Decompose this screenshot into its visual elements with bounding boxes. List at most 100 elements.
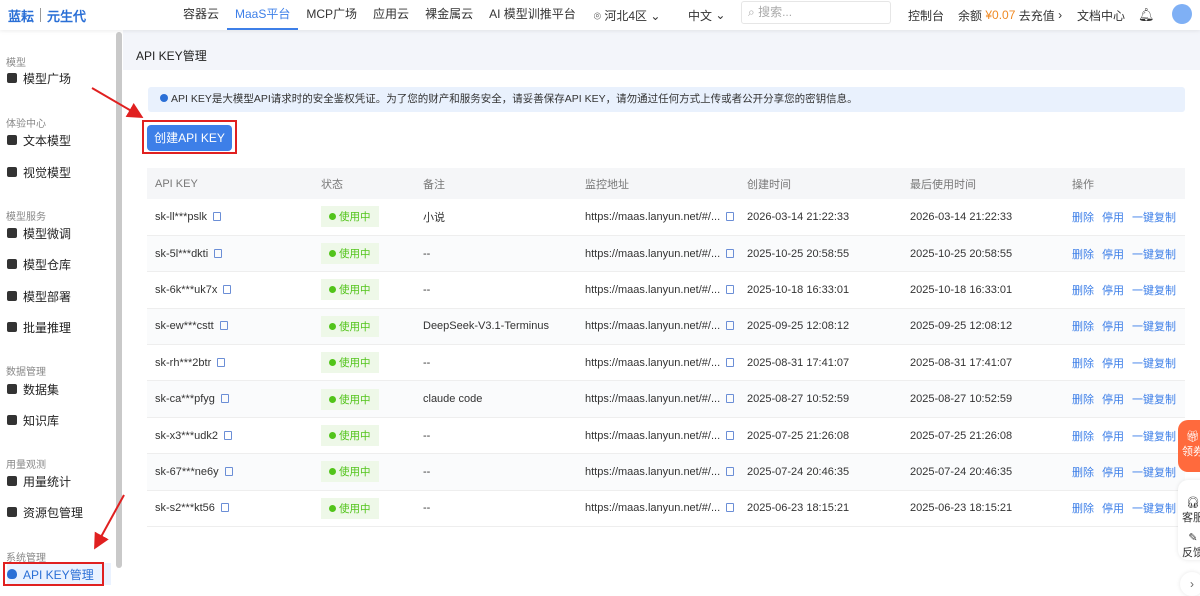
brand-lanyun: 蓝耘 xyxy=(8,8,35,24)
api-key: sk-6k***uk7x xyxy=(155,283,218,296)
support-panel: 🎧︎ 客服 ✎ 反馈 xyxy=(1178,480,1200,560)
note: -- xyxy=(415,490,577,528)
status-badge: 使用中 xyxy=(321,315,379,337)
column-header: 操作 xyxy=(1064,168,1185,199)
column-header: 最后使用时间 xyxy=(902,168,1064,199)
monitor-url: https://maas.lanyun.net/#/... xyxy=(585,393,721,406)
created-time: 2025-06-23 18:15:21 xyxy=(739,490,902,528)
delete-link[interactable]: 删除 xyxy=(1072,249,1094,261)
created-time: 2025-07-24 20:46:35 xyxy=(739,453,902,491)
nav-item[interactable]: 容器云 xyxy=(175,0,227,30)
copy-key-link[interactable]: 一键复制 xyxy=(1132,358,1176,370)
status-badge: 使用中 xyxy=(321,425,379,447)
disable-link[interactable]: 停用 xyxy=(1102,285,1124,297)
table-row: sk-ca***pfyg 使用中 claude code https://maa… xyxy=(147,380,1185,418)
delete-link[interactable]: 删除 xyxy=(1072,431,1094,443)
disable-link[interactable]: 停用 xyxy=(1102,212,1124,224)
copy-key-link[interactable]: 一键复制 xyxy=(1132,394,1176,406)
docs-link[interactable]: 文档中心 xyxy=(1077,0,1125,30)
status-badge: 使用中 xyxy=(321,352,379,374)
last-used-time: 2026-03-14 21:22:33 xyxy=(902,199,1064,236)
service-button[interactable]: 🎧︎ 客服 xyxy=(1178,496,1200,525)
delete-link[interactable]: 删除 xyxy=(1072,503,1094,515)
language-select[interactable]: 中文 ⌄ xyxy=(688,0,725,30)
disable-link[interactable]: 停用 xyxy=(1102,394,1124,406)
status-badge: 使用中 xyxy=(321,206,379,228)
avatar[interactable] xyxy=(1172,4,1192,24)
note: claude code xyxy=(415,380,577,418)
nav-item[interactable]: MaaS平台 xyxy=(227,0,299,30)
delete-link[interactable]: 删除 xyxy=(1072,212,1094,224)
last-used-time: 2025-07-25 21:26:08 xyxy=(902,417,1064,455)
created-time: 2025-10-18 16:33:01 xyxy=(739,271,902,309)
copy-key-link[interactable]: 一键复制 xyxy=(1132,212,1176,224)
coupon-button[interactable]: 🎁︎ 领券 xyxy=(1178,420,1200,472)
monitor-url: https://maas.lanyun.net/#/... xyxy=(585,356,721,369)
copy-key-link[interactable]: 一键复制 xyxy=(1132,467,1176,479)
copy-icon[interactable] xyxy=(214,248,223,258)
status-badge: 使用中 xyxy=(321,461,379,483)
disable-link[interactable]: 停用 xyxy=(1102,249,1124,261)
copy-icon[interactable] xyxy=(726,503,735,513)
console-link[interactable]: 控制台 xyxy=(908,0,944,30)
delete-link[interactable]: 删除 xyxy=(1072,467,1094,479)
api-key: sk-ll***pslk xyxy=(155,210,207,223)
copy-key-link[interactable]: 一键复制 xyxy=(1132,249,1176,261)
table-row: sk-6k***uk7x 使用中 -- https://maas.lanyun.… xyxy=(147,271,1185,309)
api-key: sk-ew***cstt xyxy=(155,320,214,333)
copy-icon[interactable] xyxy=(224,466,233,476)
copy-icon[interactable] xyxy=(220,394,229,404)
nav-item[interactable]: 裸金属云 xyxy=(417,0,481,30)
disable-link[interactable]: 停用 xyxy=(1102,431,1124,443)
monitor-url: https://maas.lanyun.net/#/... xyxy=(585,247,721,260)
region-select[interactable]: ⌾ 河北4区 ⌄ xyxy=(594,7,661,24)
disable-link[interactable]: 停用 xyxy=(1102,358,1124,370)
copy-key-link[interactable]: 一键复制 xyxy=(1132,321,1176,333)
copy-icon[interactable] xyxy=(223,284,232,294)
nav-item[interactable]: AI 模型训推平台 xyxy=(481,0,584,30)
copy-icon[interactable] xyxy=(220,503,229,513)
monitor-url: https://maas.lanyun.net/#/... xyxy=(585,502,721,515)
created-time: 2025-10-25 20:58:55 xyxy=(739,235,902,273)
table-row: sk-5l***dkti 使用中 -- https://maas.lanyun.… xyxy=(147,235,1185,273)
note: 小说 xyxy=(415,199,577,236)
feedback-button[interactable]: ✎ 反馈 xyxy=(1178,531,1200,560)
disable-link[interactable]: 停用 xyxy=(1102,321,1124,333)
copy-icon[interactable] xyxy=(726,248,735,258)
api-key: sk-rh***2btr xyxy=(155,356,212,369)
column-header: 状态 xyxy=(313,168,415,199)
copy-icon[interactable] xyxy=(217,357,226,367)
delete-link[interactable]: 删除 xyxy=(1072,285,1094,297)
copy-icon[interactable] xyxy=(726,211,735,221)
disable-link[interactable]: 停用 xyxy=(1102,503,1124,515)
recharge-link[interactable]: 去充值 xyxy=(1019,7,1055,24)
column-header: API KEY xyxy=(147,168,313,199)
column-header: 监控地址 xyxy=(577,168,739,199)
copy-icon[interactable] xyxy=(223,430,232,440)
copy-icon[interactable] xyxy=(219,321,228,331)
copy-key-link[interactable]: 一键复制 xyxy=(1132,431,1176,443)
created-time: 2025-07-25 21:26:08 xyxy=(739,417,902,455)
copy-icon[interactable] xyxy=(726,394,735,404)
bell-icon[interactable]: 🔔︎ xyxy=(1138,0,1155,30)
delete-link[interactable]: 删除 xyxy=(1072,321,1094,333)
search-input[interactable]: ⌕ 搜索... xyxy=(741,1,891,24)
logo[interactable]: 蓝耘 元生代 xyxy=(0,6,175,25)
last-used-time: 2025-10-18 16:33:01 xyxy=(902,271,1064,309)
note: DeepSeek-V3.1-Terminus xyxy=(415,308,577,346)
delete-link[interactable]: 删除 xyxy=(1072,358,1094,370)
copy-key-link[interactable]: 一键复制 xyxy=(1132,503,1176,515)
nav-item[interactable]: 应用云 xyxy=(365,0,417,30)
copy-icon[interactable] xyxy=(726,357,735,367)
collapse-chevron-icon[interactable]: › xyxy=(1180,572,1200,596)
last-used-time: 2025-06-23 18:15:21 xyxy=(902,490,1064,528)
copy-icon[interactable] xyxy=(726,284,735,294)
delete-link[interactable]: 删除 xyxy=(1072,394,1094,406)
copy-icon[interactable] xyxy=(212,211,221,221)
copy-icon[interactable] xyxy=(726,466,735,476)
copy-icon[interactable] xyxy=(726,321,735,331)
disable-link[interactable]: 停用 xyxy=(1102,467,1124,479)
nav-item[interactable]: MCP广场 xyxy=(298,0,365,30)
copy-key-link[interactable]: 一键复制 xyxy=(1132,285,1176,297)
copy-icon[interactable] xyxy=(726,430,735,440)
